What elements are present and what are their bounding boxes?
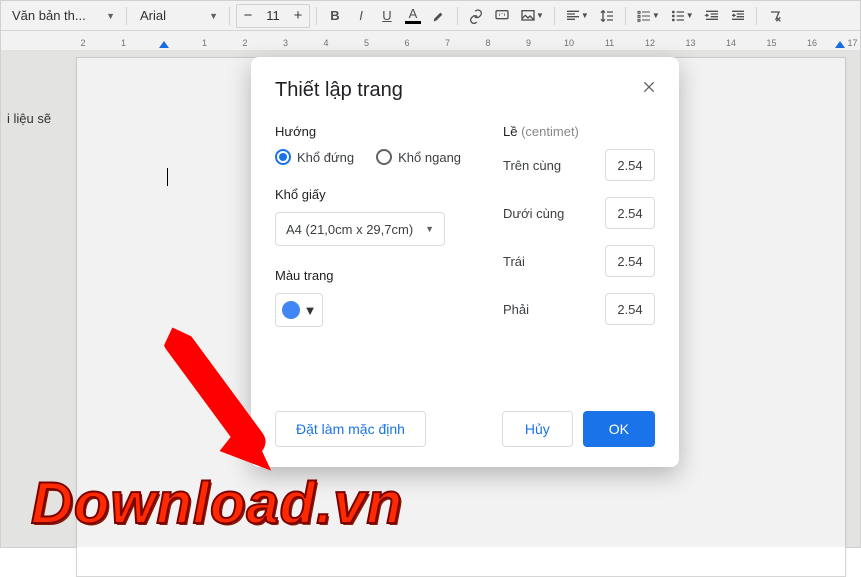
ok-label: OK — [609, 421, 629, 437]
margin-top-input[interactable] — [605, 149, 655, 181]
set-default-label: Đặt làm mặc định — [296, 421, 405, 437]
margin-bottom-input[interactable] — [605, 197, 655, 229]
margin-right-label: Phải — [503, 302, 529, 317]
dialog-title: Thiết lập trang — [275, 79, 655, 102]
dialog-close-button[interactable] — [637, 75, 661, 99]
margins-label: Lề (centimet) — [503, 124, 655, 139]
page-color-dropdown[interactable]: ▼ — [275, 293, 323, 327]
radio-off-icon — [376, 149, 392, 165]
orientation-portrait-radio[interactable]: Khổ đứng — [275, 149, 354, 165]
margin-right-input[interactable] — [605, 293, 655, 325]
margin-bottom-label: Dưới cùng — [503, 206, 564, 221]
margin-top-label: Trên cùng — [503, 158, 561, 173]
orientation-label: Hướng — [275, 124, 485, 139]
set-default-button[interactable]: Đặt làm mặc định — [275, 411, 426, 447]
margins-unit-hint: (centimet) — [521, 124, 579, 139]
margin-left-input[interactable] — [605, 245, 655, 277]
caret-down-icon: ▼ — [304, 303, 317, 318]
page-color-label: Màu trang — [275, 268, 485, 283]
radio-on-icon — [275, 149, 291, 165]
margin-left-label: Trái — [503, 254, 525, 269]
orientation-landscape-label: Khổ ngang — [398, 150, 461, 165]
cancel-button[interactable]: Hủy — [502, 411, 573, 447]
page-setup-dialog: Thiết lập trang Hướng Khổ đứng Khổ ngang… — [251, 57, 679, 467]
cancel-label: Hủy — [525, 421, 550, 437]
orientation-portrait-label: Khổ đứng — [297, 150, 354, 165]
caret-down-icon: ▼ — [425, 224, 434, 234]
paper-size-dropdown[interactable]: A4 (21,0cm x 29,7cm) ▼ — [275, 212, 445, 246]
page-color-swatch — [282, 301, 300, 319]
ok-button[interactable]: OK — [583, 411, 655, 447]
orientation-landscape-radio[interactable]: Khổ ngang — [376, 149, 461, 165]
paper-size-value: A4 (21,0cm x 29,7cm) — [286, 222, 413, 237]
margins-label-text: Lề — [503, 124, 517, 139]
close-icon — [641, 79, 657, 95]
paper-size-label: Khổ giấy — [275, 187, 485, 202]
